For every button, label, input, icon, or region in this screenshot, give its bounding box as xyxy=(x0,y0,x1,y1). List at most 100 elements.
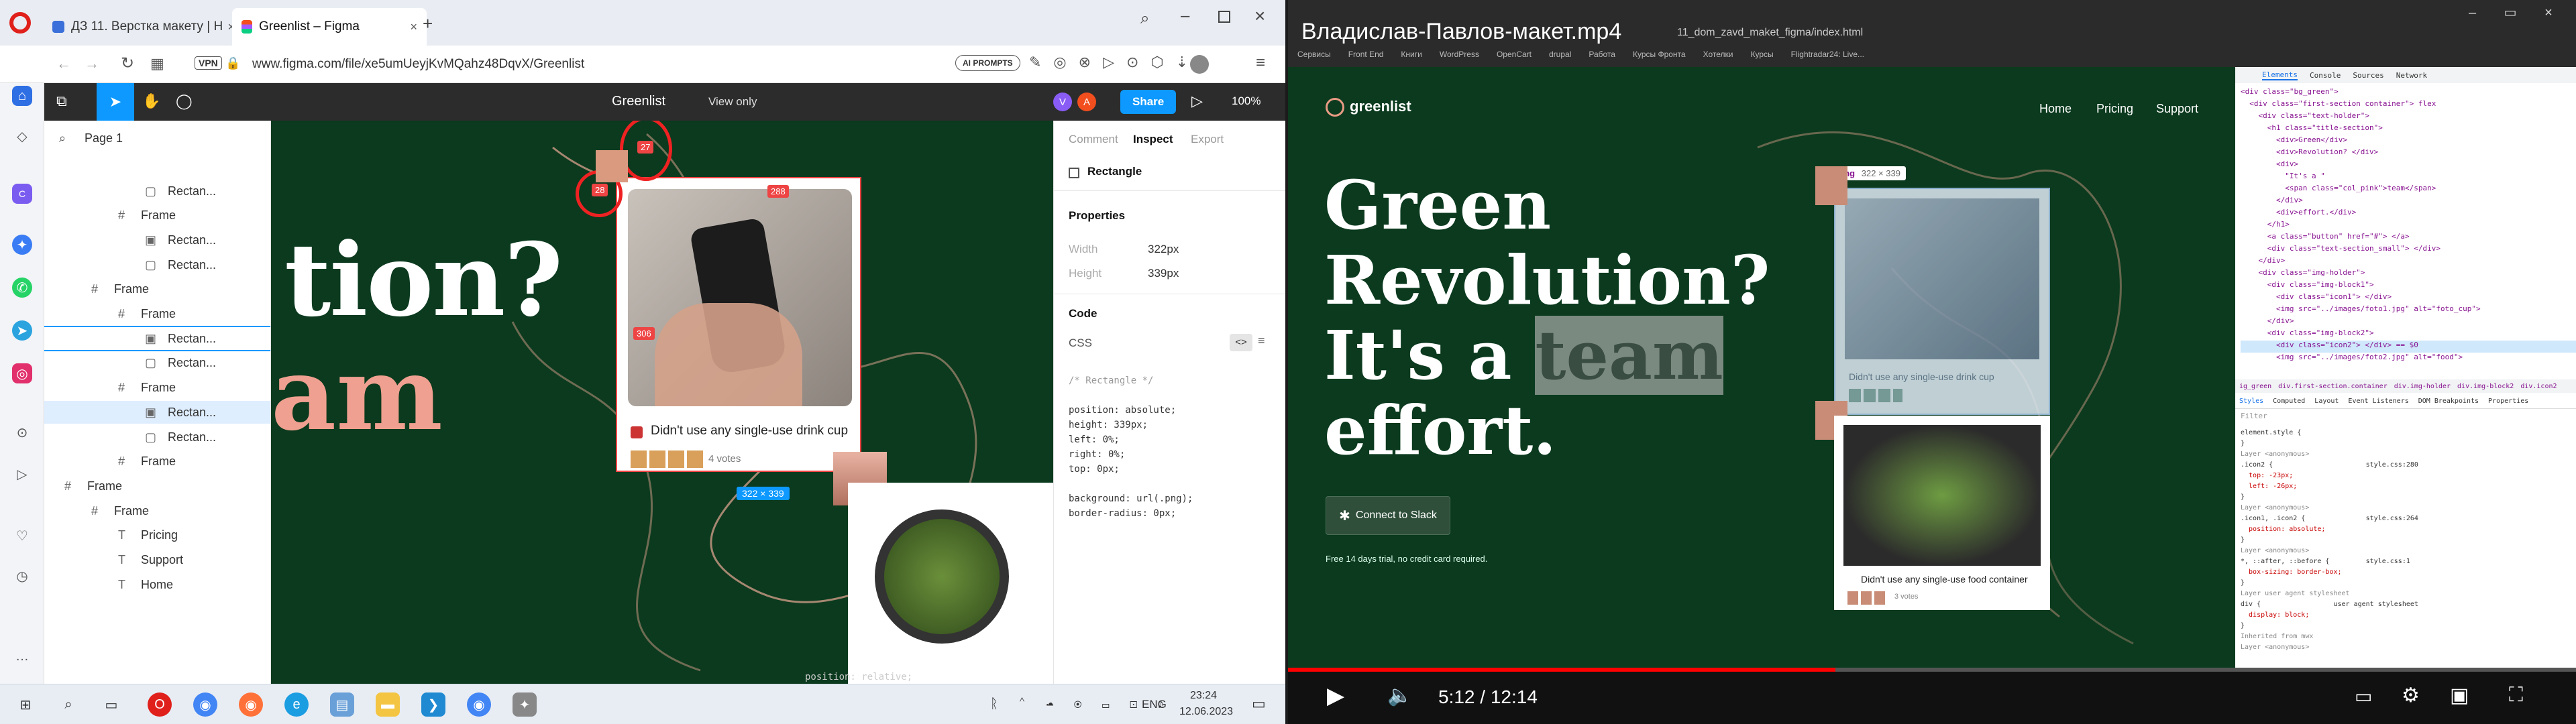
devtools-tab[interactable]: Network xyxy=(2396,71,2427,80)
dom-node[interactable]: <span class="col_pink">team</span> xyxy=(2241,184,2576,196)
dom-node[interactable]: <div>Green</div> xyxy=(2241,135,2576,147)
nav-pricing[interactable]: Pricing xyxy=(2096,102,2133,116)
bookmark-item[interactable]: Работа xyxy=(1589,50,1615,64)
dom-node[interactable]: "It's a " xyxy=(2241,172,2576,184)
search-icon[interactable]: ⌕ xyxy=(56,692,80,717)
avatar[interactable]: A xyxy=(1077,93,1096,111)
start-icon[interactable]: ⊞ xyxy=(13,692,38,717)
bookmark-item[interactable]: Курсы xyxy=(1750,50,1773,64)
bookmark-item[interactable]: Хотелки xyxy=(1703,50,1733,64)
dom-node[interactable]: </div> xyxy=(2241,196,2576,208)
styles-tab[interactable]: Properties xyxy=(2488,398,2528,405)
layer-row[interactable]: # Frame xyxy=(44,475,270,497)
bookmark-item[interactable]: Курсы Фронта xyxy=(1633,50,1686,64)
dom-node[interactable]: <div class="icon1"> </div> xyxy=(2241,292,2576,304)
minimize-icon[interactable]: – xyxy=(1181,7,1189,25)
vscode-icon[interactable]: ❯ xyxy=(421,692,445,717)
chrome-icon[interactable]: ◉ xyxy=(193,692,217,717)
hand-tool-icon[interactable]: ✋ xyxy=(142,93,160,110)
bookmark-item[interactable]: WordPress xyxy=(1440,50,1479,64)
app-icon[interactable]: ✦ xyxy=(513,692,537,717)
whatsapp-icon[interactable]: ✆ xyxy=(12,278,32,298)
dom-node[interactable]: <div> xyxy=(2241,160,2576,172)
dom-node[interactable]: <img src="../images/foto1.jpg" alt="foto… xyxy=(2241,304,2576,316)
history-icon[interactable]: ◷ xyxy=(12,566,32,586)
notepad-icon[interactable]: ▤ xyxy=(330,692,354,717)
dom-node[interactable]: </div> xyxy=(2241,256,2576,268)
url-field[interactable]: www.figma.com/file/xe5umUeyjKvMQahz48Dqv… xyxy=(252,57,584,72)
layer-row[interactable]: # Frame xyxy=(44,303,270,326)
telegram-icon[interactable]: ➤ xyxy=(12,320,32,341)
close-window-icon[interactable]: × xyxy=(1254,5,1265,27)
layer-row[interactable]: T Home xyxy=(44,573,270,596)
home-icon[interactable]: ⌂ xyxy=(12,86,32,106)
layer-row[interactable]: ▢ Rectan... xyxy=(44,426,270,448)
figma-canvas[interactable]: tion? am Didn't use any single-use drink… xyxy=(271,121,1053,684)
file-name[interactable]: Greenlist xyxy=(612,94,665,109)
nav-support[interactable]: Support xyxy=(2156,102,2198,116)
new-tab-icon[interactable]: + xyxy=(423,13,433,34)
layer-row[interactable]: ▢ Rectan... xyxy=(44,253,270,276)
devtools-tab[interactable]: Elements xyxy=(2262,70,2298,80)
breadcrumb-item[interactable]: div.icon2 xyxy=(2520,383,2557,390)
logo-icon[interactable] xyxy=(1326,98,1344,117)
browser-tab-1[interactable]: ДЗ 11. Верстка макету | Н × xyxy=(43,8,244,46)
subtitles-icon[interactable]: ▭ xyxy=(2355,685,2372,707)
messenger-icon[interactable]: ✦ xyxy=(12,235,32,255)
styles-tab[interactable]: DOM Breakpoints xyxy=(2418,398,2479,405)
code-view-icon[interactable]: <> xyxy=(1230,334,1252,351)
dom-node[interactable]: <div class="first-section container"> fl… xyxy=(2241,99,2576,111)
layer-row[interactable]: # Frame xyxy=(44,278,270,301)
play-icon[interactable]: ▶ xyxy=(1327,682,1344,709)
dom-node[interactable]: <div>Revolution? </div> xyxy=(2241,147,2576,160)
tab-export[interactable]: Export xyxy=(1191,133,1224,146)
bookmarks-icon[interactable]: ♡ xyxy=(12,526,32,546)
dom-tree[interactable]: <div class="bg_green"> <div class="first… xyxy=(2241,87,2576,382)
task-view-icon[interactable]: ▭ xyxy=(99,692,123,717)
dom-node[interactable]: <div class="bg_green"> xyxy=(2241,87,2576,99)
layer-row[interactable]: ▢ Rectan... xyxy=(44,180,270,202)
profile-avatar-icon[interactable] xyxy=(1190,55,1209,74)
site-logo[interactable]: greenlist xyxy=(1350,98,1411,115)
clock-time[interactable]: 23:24 xyxy=(1190,690,1217,702)
breadcrumb-item[interactable]: div.img-holder xyxy=(2394,383,2451,390)
present-icon[interactable]: ▷ xyxy=(1191,93,1203,110)
dom-node[interactable]: </h1> xyxy=(2241,220,2576,232)
edge-icon[interactable]: e xyxy=(284,692,309,717)
zoom-dropdown[interactable]: 100% xyxy=(1232,95,1260,108)
vpn-badge[interactable]: VPN xyxy=(195,56,222,70)
maximize-icon[interactable] xyxy=(1218,11,1230,23)
layer-row[interactable]: # Frame xyxy=(44,377,270,400)
miniplayer-icon[interactable]: ▣ xyxy=(2450,684,2469,707)
move-tool-icon[interactable]: ➤ xyxy=(97,83,134,121)
layer-row[interactable]: T Pricing xyxy=(44,524,270,547)
breadcrumb-item[interactable]: div.first-section.container xyxy=(2278,383,2387,390)
dom-node[interactable]: <div class="img-block2"> xyxy=(2241,328,2576,341)
styles-tab[interactable]: Layout xyxy=(2314,398,2339,405)
layer-row[interactable]: ▢ Rectan... xyxy=(44,352,270,375)
browser-tab-2[interactable]: Greenlist – Figma × xyxy=(232,8,427,46)
breadcrumb-item[interactable]: div.img-block2 xyxy=(2457,383,2514,390)
code-language-dropdown[interactable]: CSS xyxy=(1069,337,1092,350)
dom-node[interactable]: <h1 class="title-section"> xyxy=(2241,123,2576,135)
language-indicator[interactable]: ENG xyxy=(1142,698,1167,711)
bookmark-item[interactable]: Front End xyxy=(1348,50,1384,64)
clock-date[interactable]: 12.06.2023 xyxy=(1179,706,1233,718)
instagram-icon[interactable]: ◎ xyxy=(12,363,32,383)
ai-prompts-button[interactable]: AI PROMPTS xyxy=(955,55,1020,71)
styles-tab[interactable]: Event Listeners xyxy=(2348,398,2408,405)
discover-icon[interactable]: ◇ xyxy=(12,126,32,146)
opera-logo-icon[interactable] xyxy=(9,12,31,34)
dom-node[interactable]: <div class="text-holder"> xyxy=(2241,111,2576,123)
player-icon[interactable]: ⊙ xyxy=(12,422,32,442)
tab-comment[interactable]: Comment xyxy=(1069,133,1118,146)
volume-icon[interactable]: 🔈 xyxy=(1387,684,1412,707)
tab-inspect[interactable]: Inspect xyxy=(1133,133,1173,146)
aria-icon[interactable]: C xyxy=(12,184,32,204)
share-button[interactable]: Share xyxy=(1120,90,1177,114)
comment-tool-icon[interactable]: ◯ xyxy=(176,93,193,110)
breadcrumb-item[interactable]: ig_green xyxy=(2239,383,2271,390)
layer-row[interactable]: T Support xyxy=(44,549,270,572)
file-explorer-icon[interactable]: ▬ xyxy=(376,692,400,717)
devtools-tab[interactable]: Console xyxy=(2310,71,2341,80)
